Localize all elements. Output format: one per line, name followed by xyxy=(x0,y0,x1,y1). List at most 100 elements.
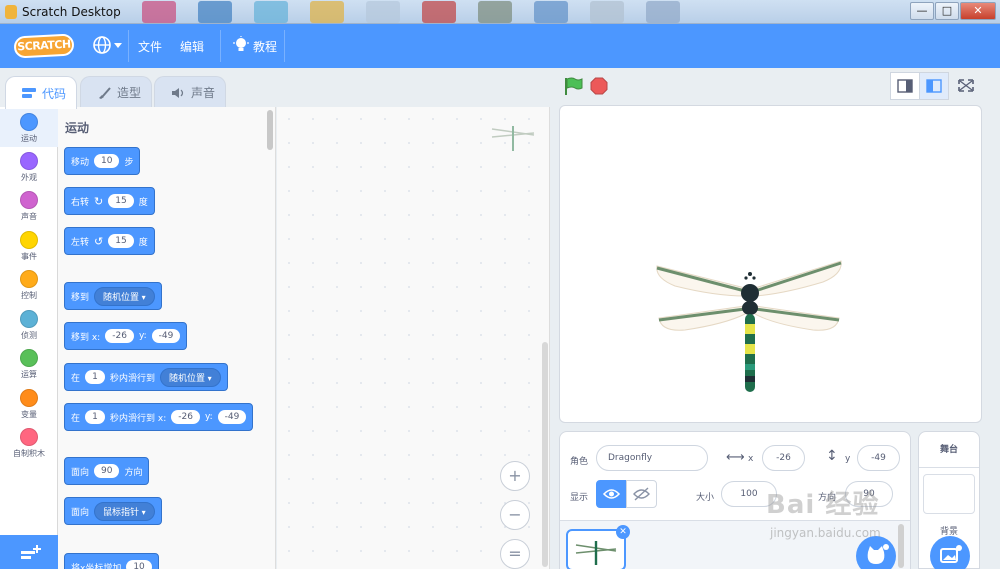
watermark-logo: Bai 经验 xyxy=(766,490,880,520)
category-motion[interactable]: 运动 xyxy=(0,109,58,147)
close-button[interactable]: ✕ xyxy=(960,2,996,20)
block-goto[interactable]: 移到 随机位置 xyxy=(64,282,162,310)
tab-costumes[interactable]: 造型 xyxy=(80,76,152,108)
category-sensing[interactable]: 侦测 xyxy=(0,310,58,341)
eye-slash-icon xyxy=(633,487,650,501)
tab-code[interactable]: 代码 xyxy=(5,76,77,109)
large-stage-icon xyxy=(926,79,942,93)
block-text: y: xyxy=(204,412,213,422)
category-my-blocks[interactable]: 自制积木 xyxy=(0,428,58,459)
dragonfly-icon xyxy=(491,126,535,151)
block-turn-left[interactable]: 左转 ↺ 15 度 xyxy=(64,227,155,255)
add-sprite-button[interactable] xyxy=(856,536,896,569)
category-dot xyxy=(20,231,38,249)
code-workspace[interactable]: + − = xyxy=(277,107,550,569)
category-label: 运算 xyxy=(21,370,37,379)
small-stage-button[interactable] xyxy=(890,72,920,100)
block-goto-xy[interactable]: 移到 x: -26 y: -49 xyxy=(64,322,188,350)
block-input[interactable]: 1 xyxy=(85,410,106,424)
block-input[interactable]: 90 xyxy=(94,464,120,478)
palette-scrollbar[interactable] xyxy=(267,110,273,150)
block-dropdown[interactable]: 随机位置 xyxy=(160,367,221,387)
category-variables[interactable]: 变量 xyxy=(0,389,58,420)
block-input[interactable]: -26 xyxy=(171,410,200,424)
block-text: 秒内滑行到 xyxy=(110,373,156,384)
add-backdrop-button[interactable] xyxy=(930,536,970,569)
block-point-direction[interactable]: 面向 90 方向 xyxy=(64,457,150,485)
block-input[interactable]: 15 xyxy=(108,194,134,208)
block-input[interactable]: 1 xyxy=(85,370,106,384)
category-dot xyxy=(20,389,38,407)
sprite-list-scrollbar[interactable] xyxy=(898,524,904,568)
block-input[interactable]: 10 xyxy=(126,560,152,569)
menu-file[interactable]: 文件 xyxy=(138,38,162,55)
block-turn-right[interactable]: 右转 ↻ 15 度 xyxy=(64,187,155,215)
stop-icon[interactable] xyxy=(590,77,608,95)
add-extension-button[interactable] xyxy=(0,535,58,569)
window-controls: — □ ✕ xyxy=(910,2,996,20)
block-text: y: xyxy=(138,331,147,341)
block-palette: 运动 移动 10 步 右转 ↻ 15 度 左转 ↺ 15 度 移到 随机位置 移… xyxy=(58,107,276,569)
block-move-steps[interactable]: 移动 10 步 xyxy=(64,147,141,175)
zoom-in-button[interactable]: + xyxy=(500,461,530,491)
workspace-scrollbar[interactable] xyxy=(542,342,548,567)
category-dot xyxy=(20,191,38,209)
rotate-counterclockwise-icon: ↺ xyxy=(94,234,104,248)
green-flag-icon[interactable] xyxy=(563,76,583,96)
sprite-name-input[interactable]: Dragonfly xyxy=(596,445,708,471)
category-label: 侦测 xyxy=(21,331,37,340)
menu-edit[interactable]: 编辑 xyxy=(180,38,204,55)
scratch-logo[interactable]: SCRATCH xyxy=(13,33,75,59)
fullscreen-button[interactable] xyxy=(952,72,982,100)
category-label: 自制积木 xyxy=(13,449,45,458)
app-icon xyxy=(5,5,17,19)
block-change-x[interactable]: 将x坐标增加 10 xyxy=(64,553,159,569)
globe-icon[interactable] xyxy=(92,35,112,55)
block-input[interactable]: 10 xyxy=(94,154,120,168)
window-title: Scratch Desktop xyxy=(22,5,121,19)
stage-thumbnail[interactable] xyxy=(923,474,975,514)
tab-sounds[interactable]: 声音 xyxy=(154,76,226,108)
category-control[interactable]: 控制 xyxy=(0,270,58,301)
large-stage-button[interactable] xyxy=(919,72,949,100)
block-glide-xy[interactable]: 在 1 秒内滑行到 x: -26 y: -49 xyxy=(64,403,254,431)
delete-sprite-icon[interactable]: ✕ xyxy=(616,525,630,539)
block-dropdown[interactable]: 鼠标指针 xyxy=(94,501,155,521)
rotate-clockwise-icon: ↻ xyxy=(94,194,104,208)
block-point-towards[interactable]: 面向 鼠标指针 xyxy=(64,497,162,525)
menu-tutorials[interactable]: 教程 xyxy=(253,38,277,55)
hide-sprite-button[interactable] xyxy=(626,480,657,508)
y-label: y xyxy=(845,454,851,464)
y-position-input[interactable]: -49 xyxy=(857,445,900,471)
category-looks[interactable]: 外观 xyxy=(0,152,58,183)
block-input[interactable]: -26 xyxy=(105,329,134,343)
maximize-button[interactable]: □ xyxy=(935,2,959,20)
eye-icon xyxy=(602,489,621,499)
minimize-button[interactable]: — xyxy=(910,2,934,20)
block-glide[interactable]: 在 1 秒内滑行到 随机位置 xyxy=(64,363,228,391)
lightbulb-icon[interactable] xyxy=(233,36,249,54)
speaker-icon xyxy=(172,87,184,98)
block-text: 移动 xyxy=(71,157,90,168)
y-axis-icon: ↕ xyxy=(826,448,838,464)
block-dropdown[interactable]: 随机位置 xyxy=(94,286,155,306)
block-input[interactable]: -49 xyxy=(151,329,181,343)
menu-divider xyxy=(128,30,129,62)
category-events[interactable]: 事件 xyxy=(0,231,58,262)
sprite-tile-dragonfly[interactable]: ✕ xyxy=(566,525,630,569)
block-text: 在 xyxy=(71,413,81,424)
block-input[interactable]: 15 xyxy=(108,234,134,248)
zoom-out-button[interactable]: − xyxy=(500,500,530,530)
palette-section-title: 运动 xyxy=(65,121,90,135)
block-text: 面向 xyxy=(71,507,90,518)
stage-canvas[interactable] xyxy=(559,105,982,423)
show-sprite-button[interactable] xyxy=(596,480,627,508)
block-input[interactable]: -49 xyxy=(217,410,247,424)
zoom-reset-button[interactable]: = xyxy=(500,539,530,569)
size-label: 大小 xyxy=(696,493,715,503)
category-operators[interactable]: 运算 xyxy=(0,349,58,380)
x-position-input[interactable]: -26 xyxy=(762,445,805,471)
category-sound[interactable]: 声音 xyxy=(0,191,58,222)
dragonfly-sprite[interactable] xyxy=(655,256,845,396)
x-label: x xyxy=(748,454,754,464)
